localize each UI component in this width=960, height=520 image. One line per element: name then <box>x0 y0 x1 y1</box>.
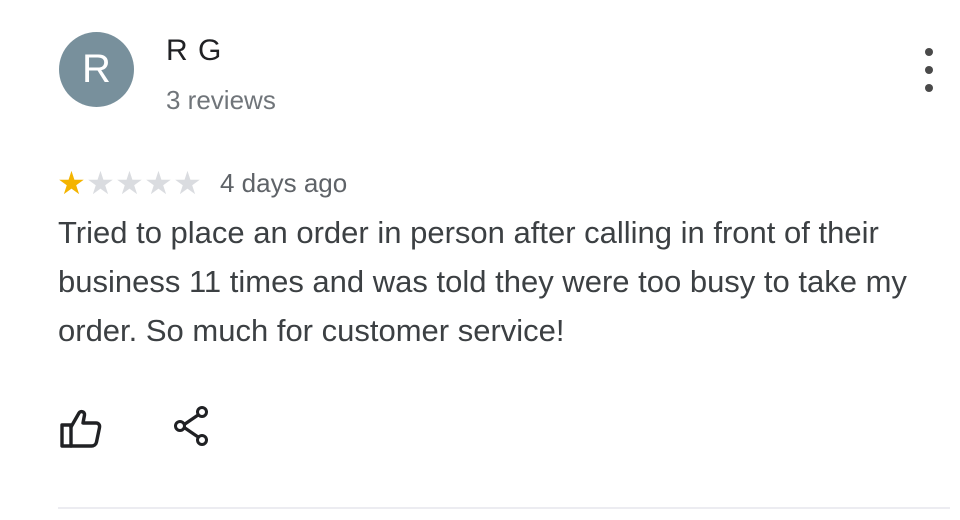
thumbs-up-icon <box>60 409 102 448</box>
reviewer-review-count[interactable]: 3 reviews <box>166 85 276 116</box>
reviewer-name[interactable]: R G <box>166 34 222 68</box>
avatar[interactable]: R <box>59 32 134 107</box>
divider <box>58 507 950 509</box>
review-text: Tried to place an order in person after … <box>58 215 907 348</box>
more-vert-icon-dot <box>925 66 933 74</box>
star-filled-icon: ★ <box>57 164 86 202</box>
share-button[interactable] <box>172 404 212 448</box>
like-button[interactable] <box>58 405 104 451</box>
more-options-button[interactable] <box>914 48 944 92</box>
star-empty-icon: ★ <box>115 164 144 202</box>
star-empty-icon: ★ <box>173 164 202 202</box>
star-rating: ★ ★ ★ ★ ★ <box>57 167 202 199</box>
rating-row: ★ ★ ★ ★ ★ 4 days ago <box>57 165 347 201</box>
more-vert-icon-dot <box>925 84 933 92</box>
share-icon <box>174 406 208 446</box>
star-empty-icon: ★ <box>144 164 173 202</box>
more-vert-icon <box>925 48 933 56</box>
star-empty-icon: ★ <box>86 164 115 202</box>
review-date: 4 days ago <box>220 167 348 198</box>
